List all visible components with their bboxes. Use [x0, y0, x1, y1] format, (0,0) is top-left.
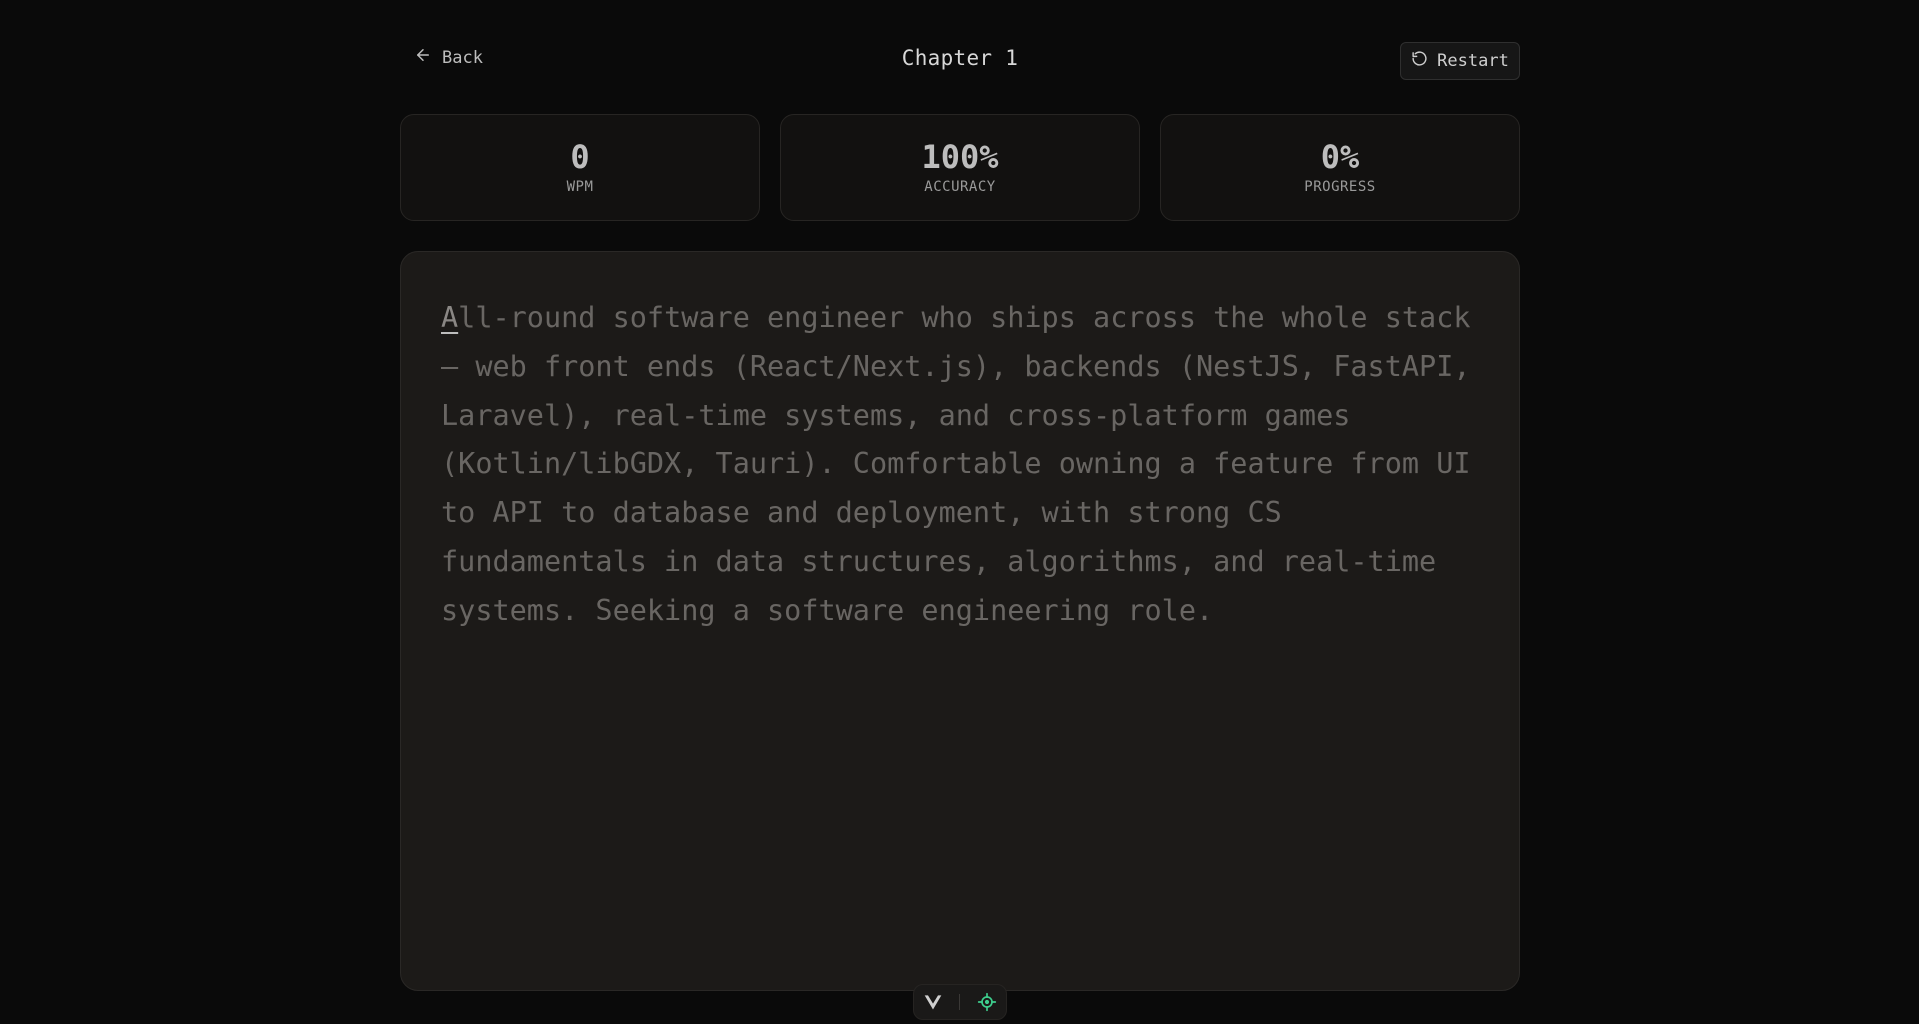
accuracy-value: 100% — [921, 137, 999, 176]
wpm-label: WPM — [566, 179, 594, 196]
wpm-value: 0 — [570, 137, 590, 176]
restart-button[interactable]: Restart — [1400, 42, 1520, 80]
crosshair-icon[interactable] — [976, 991, 998, 1013]
progress-card: 0% PROGRESS — [1160, 114, 1520, 221]
restart-label: Restart — [1437, 51, 1509, 71]
accuracy-card: 100% ACCURACY — [780, 114, 1140, 221]
typing-area[interactable]: All-round software engineer who ships ac… — [400, 251, 1520, 991]
wpm-card: 0 WPM — [400, 114, 760, 221]
rotate-ccw-icon — [1411, 50, 1428, 72]
dev-toolbar — [913, 984, 1007, 1020]
progress-value: 0% — [1320, 137, 1360, 176]
main-container: Back Chapter 1 Restart 0 WPM 100% ACCURA… — [400, 0, 1520, 991]
accuracy-label: ACCURACY — [924, 179, 996, 196]
remaining-text: ll-round software engineer who ships acr… — [441, 301, 1471, 627]
chapter-title: Chapter 1 — [901, 46, 1019, 70]
toolbar-divider — [959, 994, 961, 1010]
typing-page: Back Chapter 1 Restart 0 WPM 100% ACCURA… — [0, 0, 1919, 1024]
current-char: A — [441, 301, 459, 334]
typing-text: All-round software engineer who ships ac… — [441, 294, 1479, 636]
progress-label: PROGRESS — [1304, 179, 1376, 196]
stats-row: 0 WPM 100% ACCURACY 0% PROGRESS — [400, 114, 1520, 221]
vue-logo-icon[interactable] — [922, 991, 944, 1013]
header: Back Chapter 1 Restart — [400, 0, 1520, 122]
